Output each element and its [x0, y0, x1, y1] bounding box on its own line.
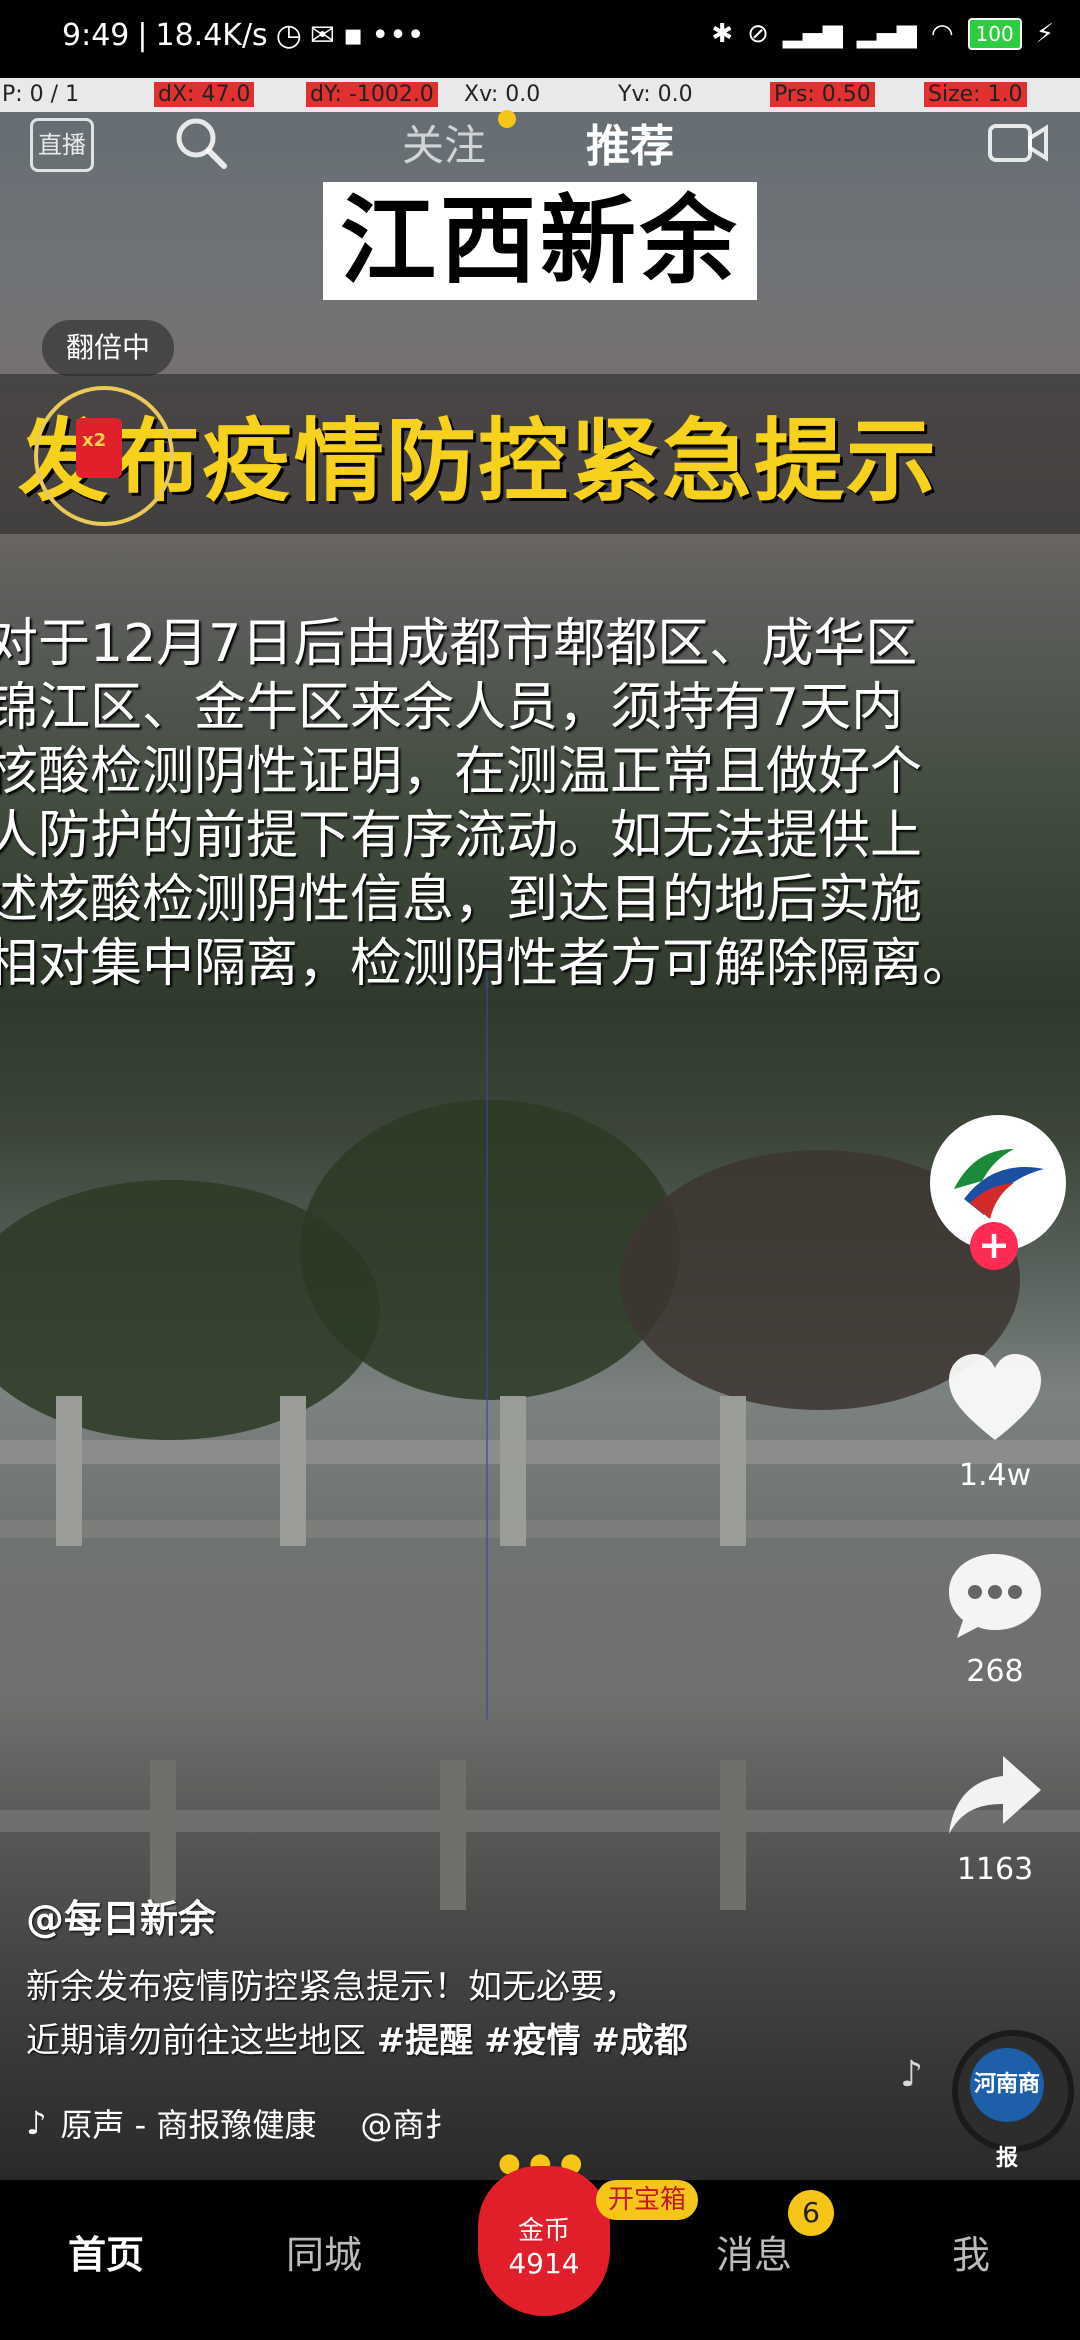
video-city-title: 江西新余 — [323, 182, 757, 300]
notice-text: 对于12月7日后由成都市郫都区、成华区 锦江区、金牛区来余人员，须持有7天内 核… — [0, 612, 1080, 996]
top-nav: 直播 关注 推荐 — [0, 108, 1080, 180]
follow-new-dot — [498, 110, 516, 128]
notice-line: 锦江区、金牛区来余人员，须持有7天内 — [0, 678, 904, 738]
video-headline: 发布疫情防控紧急提示 — [18, 409, 938, 514]
video-railing — [0, 1520, 1080, 1538]
music-disc-label: 河南商报 — [970, 2048, 1044, 2171]
nav-home[interactable]: 首页 — [68, 2224, 144, 2279]
video-scenery — [300, 1100, 680, 1400]
debug-pressure: Prs: 0.50 — [770, 82, 875, 107]
comment-icon — [949, 1554, 1041, 1638]
battery-icon: 100 — [967, 18, 1022, 50]
redpack-multiplier: x2 — [82, 430, 107, 451]
caption-text: 近期请勿前往这些地区 — [26, 2021, 366, 2061]
signal-icon: ▂▄▆ — [782, 19, 843, 49]
alarm-icon: ◷ — [275, 18, 302, 53]
touch-trace-line — [486, 940, 488, 1720]
hashtag-link[interactable]: #成都 — [591, 2021, 688, 2061]
gold-count: 4914 — [508, 2247, 580, 2280]
camera-icon[interactable] — [986, 114, 1050, 172]
notice-line: 相对集中隔离，检测阴性者方可解除隔离。 — [0, 934, 975, 994]
share-count: 1163 — [956, 1852, 1034, 1887]
video-railing-post — [720, 1396, 746, 1546]
gold-coin-bag-button[interactable]: 金币 4914 — [478, 2166, 610, 2316]
tab-recommend[interactable]: 推荐 — [586, 110, 674, 174]
nav-me[interactable]: 我 — [952, 2224, 990, 2279]
notice-line: 对于12月7日后由成都市郫都区、成华区 — [0, 614, 918, 674]
video-railing-post — [440, 1760, 466, 1910]
debug-dy: dY: -1002.0 — [306, 82, 438, 107]
debug-yv: Yv: 0.0 — [618, 82, 693, 107]
like-count: 1.4w — [958, 1458, 1032, 1493]
notice-line: 人防护的前提下有序流动。如无法提供上 — [0, 806, 923, 866]
live-icon[interactable]: 直播 — [30, 118, 94, 172]
status-time: 9:49 — [62, 18, 130, 53]
more-icon: ••• — [371, 18, 425, 53]
caption-line: 新余发布疫情防控紧急提示！如无必要， — [26, 1967, 638, 2007]
comment-count: 268 — [966, 1654, 1024, 1689]
share-button[interactable]: 1163 — [930, 1750, 1060, 1887]
message-count-badge: 6 — [788, 2190, 834, 2236]
double-reward-badge[interactable]: 翻倍中 — [42, 320, 174, 376]
debug-dx: dX: 47.0 — [154, 82, 255, 107]
bluetooth-icon: ✱ — [711, 19, 734, 49]
notice-line: 述核酸检测阴性信息，到达目的地后实施 — [0, 870, 923, 930]
nav-messages[interactable]: 消息 — [716, 2224, 792, 2279]
video-railing — [0, 1440, 1080, 1464]
video-caption: 新余发布疫情防控紧急提示！如无必要， 近期请勿前往这些地区 #提醒 #疫情 #成… — [26, 1960, 886, 2068]
message-icon: ▪ — [343, 18, 364, 53]
author-name[interactable]: @每日新余 — [26, 1888, 216, 1943]
treasure-chest-badge[interactable]: 开宝箱 — [596, 2180, 699, 2220]
notice-line: 核酸检测阴性证明，在测温正常且做好个 — [0, 742, 923, 802]
status-net-speed: 18.4K/s — [155, 18, 268, 53]
music-note-icon: ♪ — [900, 2054, 923, 2095]
hashtag-link[interactable]: #提醒 — [377, 2021, 474, 2061]
status-separator: | — [137, 18, 148, 53]
debug-size: Size: 1.0 — [924, 82, 1027, 107]
comment-button[interactable]: 268 — [930, 1550, 1060, 1689]
video-railing-post — [720, 1760, 746, 1910]
tiktok-note-icon: ♪ — [26, 2104, 47, 2142]
hashtag-link[interactable]: #疫情 — [484, 2021, 581, 2061]
heart-icon — [949, 1354, 1041, 1440]
tab-follow[interactable]: 关注 — [402, 112, 486, 173]
wechat-icon: ✉ — [309, 18, 336, 53]
music-info[interactable]: ♪ 原声 - 商报豫健康 @商扌 — [26, 2100, 456, 2146]
signal-icon: ▂▄▆ — [856, 19, 917, 49]
video-railing-post — [56, 1396, 82, 1546]
wifi-icon: ◠ — [930, 19, 954, 49]
debug-pointer-count: P: 0 / 1 — [2, 82, 80, 107]
video-railing-post — [500, 1396, 526, 1546]
follow-plus-button[interactable]: + — [970, 1222, 1018, 1270]
gold-label: 金币 — [517, 2216, 570, 2246]
like-button[interactable]: 1.4w — [930, 1350, 1060, 1493]
charging-icon: ⚡ — [1035, 19, 1054, 49]
search-icon[interactable] — [172, 114, 230, 172]
video-railing-post — [280, 1396, 306, 1546]
debug-xv: Xv: 0.0 — [464, 82, 541, 107]
status-bar: 9:49 | 18.4K/s ◷ ✉ ▪ ••• ✱ ⊘ ▂▄▆ ▂▄▆ ◠ 1… — [0, 0, 1080, 78]
caption-line: 近期请勿前往这些地区 #提醒 #疫情 #成都 — [26, 2014, 886, 2068]
nfc-icon: ⊘ — [747, 19, 769, 49]
nav-local[interactable]: 同城 — [286, 2224, 362, 2279]
music-author: @商扌 — [360, 2106, 457, 2144]
pointer-debug-overlay: P: 0 / 1 dX: 47.0 dY: -1002.0 Xv: 0.0 Yv… — [0, 78, 1080, 112]
music-title: 原声 - 商报豫健康 — [60, 2106, 317, 2144]
share-icon — [949, 1756, 1041, 1834]
